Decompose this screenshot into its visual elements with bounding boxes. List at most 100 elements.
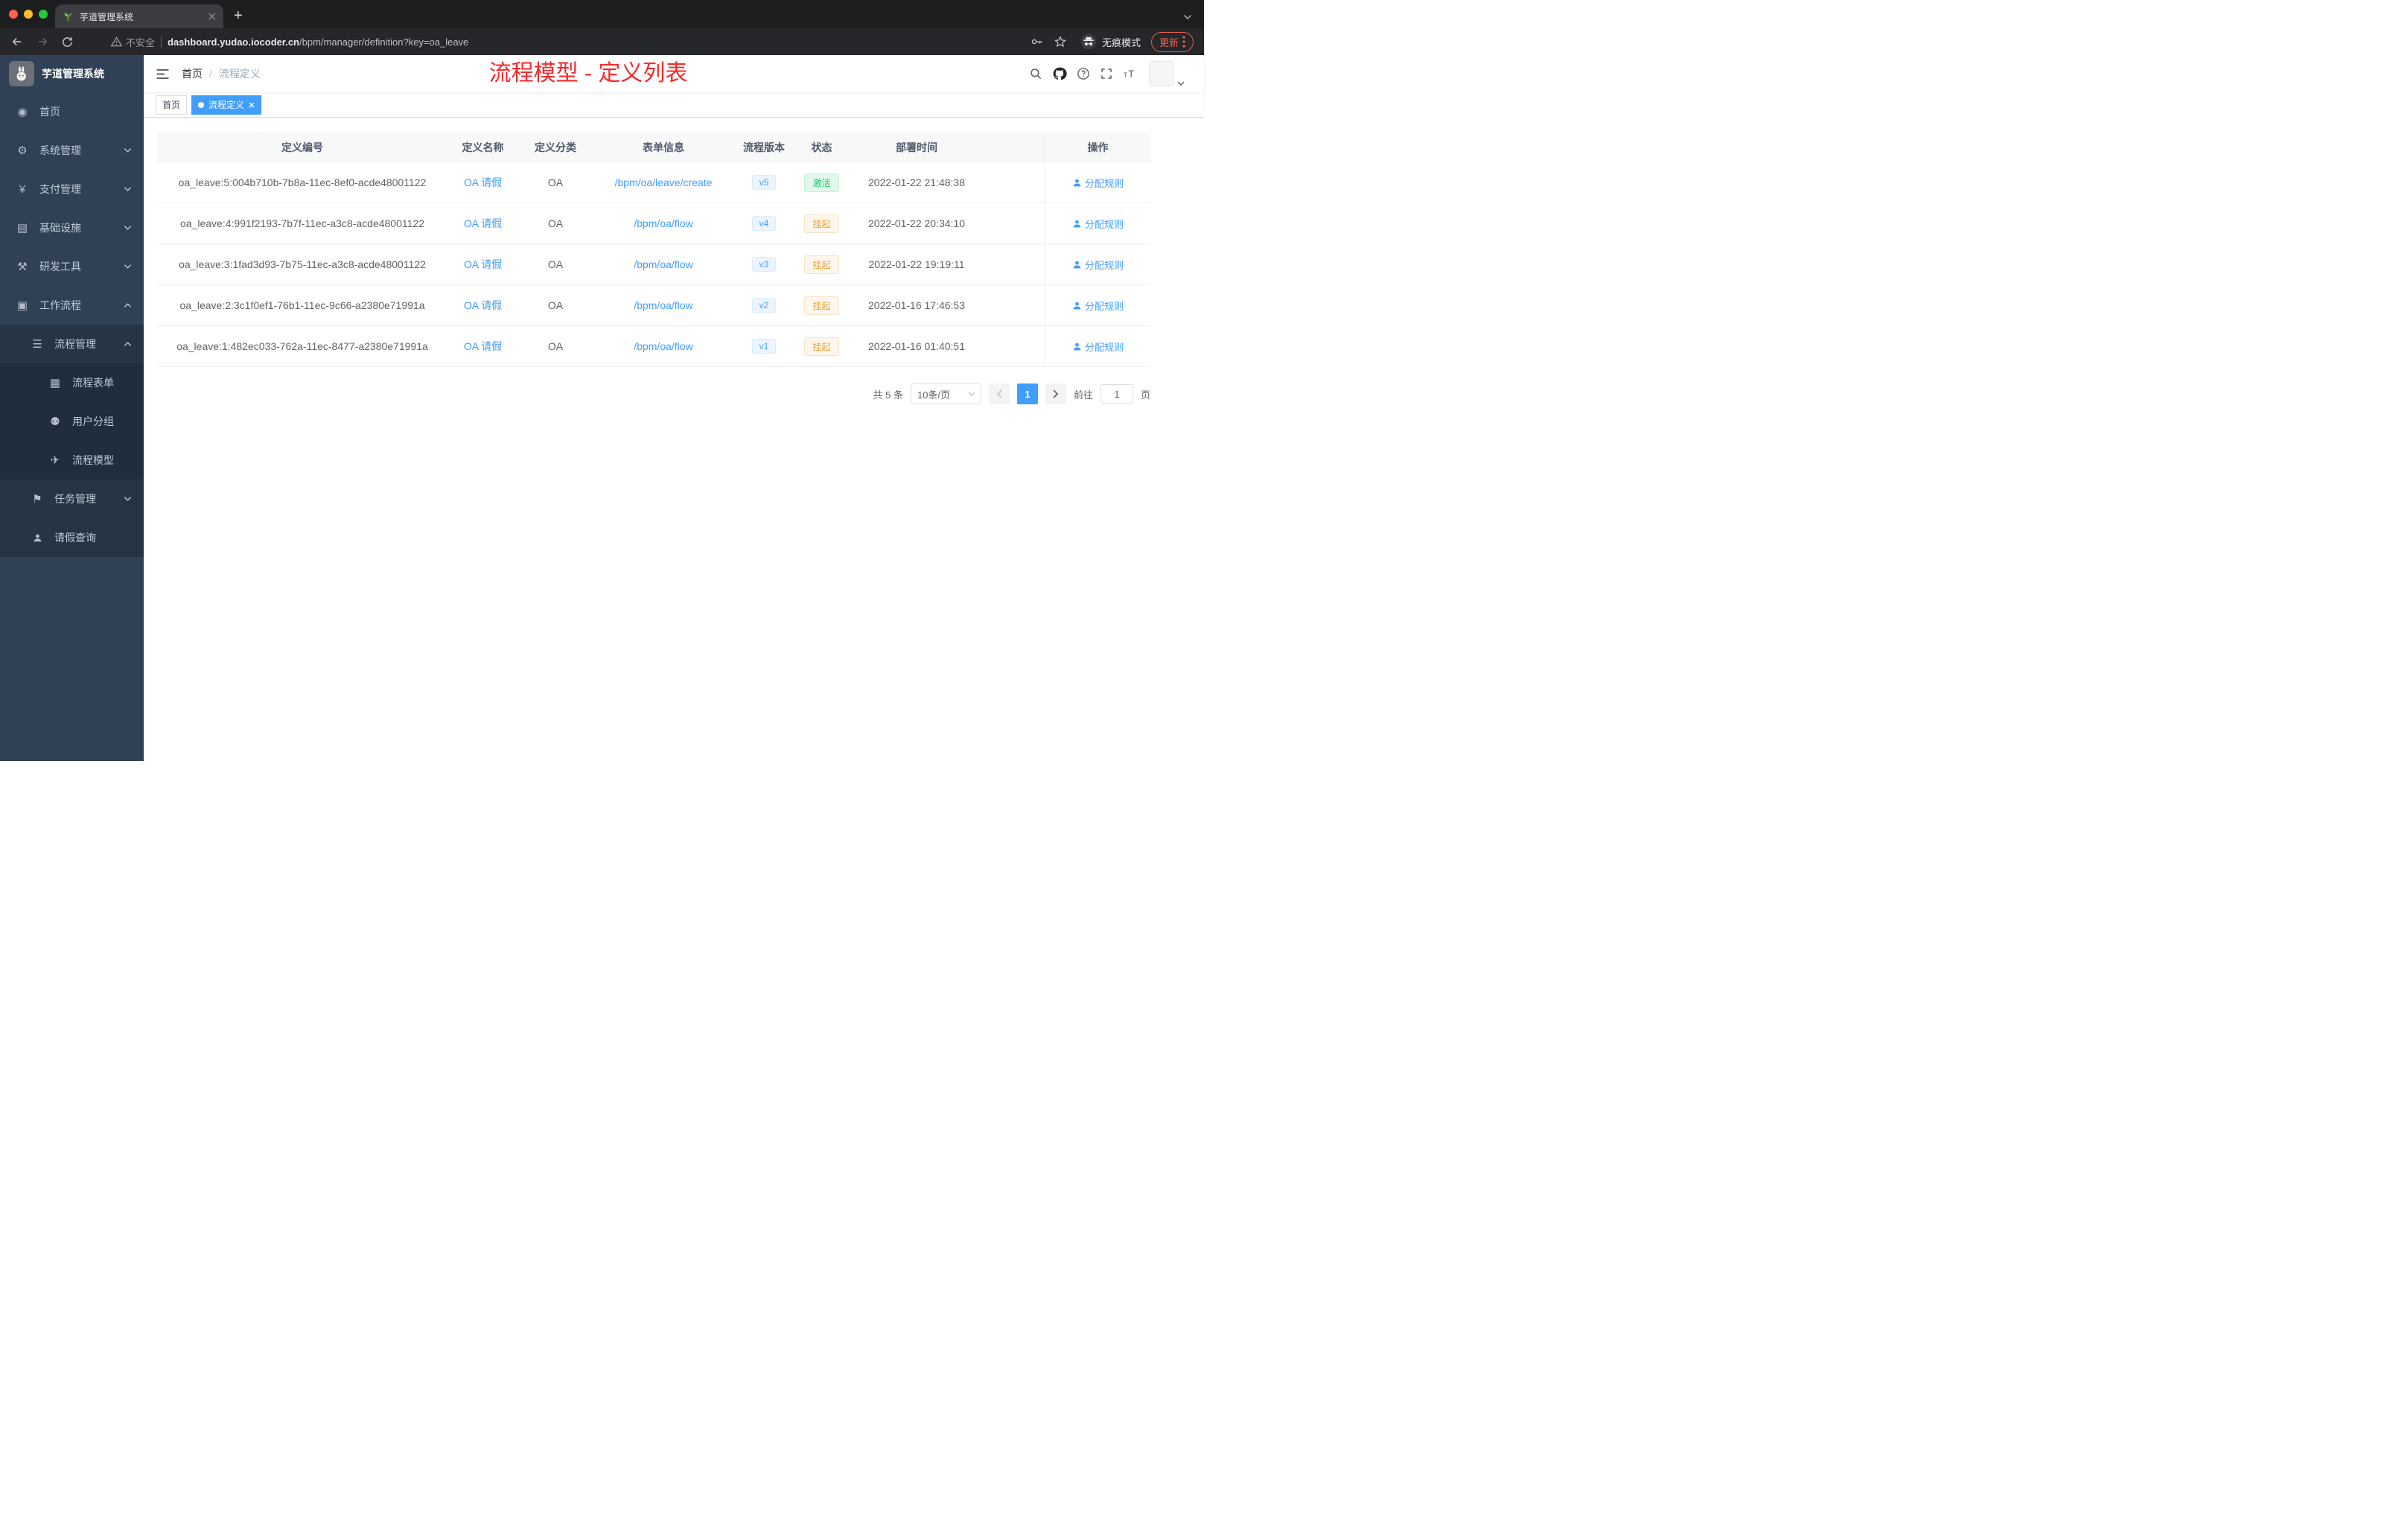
back-button[interactable] — [10, 35, 24, 48]
avatar — [1149, 61, 1174, 86]
definition-name-link[interactable]: OA 请假 — [464, 339, 502, 354]
form-info-link[interactable]: /bpm/oa/flow — [634, 258, 692, 270]
model-icon: ✈ — [50, 454, 60, 467]
sidebar-item[interactable]: ▦ 流程表单 — [0, 363, 144, 402]
url-text: dashboard.yudao.iocoder.cn/bpm/manager/d… — [168, 36, 468, 48]
incognito-icon — [1080, 34, 1097, 50]
sidebar-item[interactable]: ¥ 支付管理 — [0, 170, 144, 208]
form-info-cell: /bpm/oa/flow — [593, 326, 734, 366]
goto-page-input[interactable] — [1100, 384, 1133, 404]
sidebar-item[interactable]: ⚙ 系统管理 — [0, 131, 144, 170]
form-info-link[interactable]: /bpm/oa/flow — [634, 340, 692, 352]
status-cell: 挂起 — [794, 326, 850, 366]
user-group-icon: ⚉ — [50, 415, 60, 428]
tag-active[interactable]: 流程定义 — [191, 95, 262, 115]
status-badge: 激活 — [804, 173, 839, 192]
page-annotation-title: 流程模型 - 定义列表 — [488, 61, 688, 86]
definition-category: OA — [547, 176, 564, 188]
status-badge: 挂起 — [804, 255, 839, 274]
fullscreen-icon[interactable] — [1100, 67, 1113, 80]
github-icon[interactable] — [1052, 66, 1067, 81]
tag-item[interactable]: 首页 — [156, 95, 188, 115]
zoom-window-button[interactable] — [39, 10, 48, 19]
task-icon: ⚑ — [32, 493, 42, 506]
next-page-button[interactable] — [1045, 383, 1066, 404]
chevron-down-icon — [1177, 81, 1185, 86]
page-number-button[interactable]: 1 — [1016, 383, 1038, 404]
site-security-chip[interactable]: 不安全 — [111, 35, 155, 49]
assign-rule-link[interactable]: 分配规则 — [1072, 258, 1124, 272]
deploy-time: 2022-01-22 19:19:11 — [868, 258, 965, 270]
version-cell: v3 — [734, 244, 794, 284]
update-label: 更新 — [1159, 36, 1179, 48]
assign-rule-link[interactable]: 分配规则 — [1072, 299, 1124, 313]
sidebar-item[interactable]: ☰ 流程管理 — [0, 325, 144, 363]
breadcrumb: 首页 / 流程定义 — [182, 66, 261, 81]
new-tab-button[interactable]: + — [234, 8, 243, 23]
assign-rule-link[interactable]: 分配规则 — [1072, 340, 1124, 354]
page-size-select[interactable]: 10条/页 — [910, 383, 981, 404]
form-info-link[interactable]: /bpm/oa/leave/create — [615, 176, 713, 188]
reload-button[interactable] — [61, 36, 74, 48]
definition-name-cell: OA 请假 — [447, 326, 518, 366]
sidebar-item[interactable]: ✈ 流程模型 — [0, 441, 144, 480]
address-bar[interactable]: 不安全 dashboard.yudao.iocoder.cn/bpm/manag… — [111, 35, 1030, 49]
form-info-link[interactable]: /bpm/oa/flow — [634, 299, 692, 311]
select-caret-icon — [968, 392, 975, 397]
version-badge: v5 — [751, 175, 777, 190]
definition-name-link[interactable]: OA 请假 — [464, 257, 502, 272]
minimize-window-button[interactable] — [24, 10, 33, 19]
help-icon[interactable] — [1077, 67, 1090, 80]
definition-name-link[interactable]: OA 请假 — [464, 298, 502, 313]
column-header: 定义名称 — [462, 141, 504, 153]
incognito-badge[interactable]: 无痕模式 — [1080, 34, 1141, 50]
form-info-cell: /bpm/oa/flow — [593, 203, 734, 243]
assign-rule-link[interactable]: 分配规则 — [1072, 217, 1124, 231]
pagination-total: 共 5 条 — [873, 389, 903, 401]
breadcrumb-home[interactable]: 首页 — [182, 66, 203, 81]
sidebar-item[interactable]: ▤ 基础设施 — [0, 208, 144, 247]
sidebar-item-label: 请假查询 — [54, 532, 96, 544]
definition-name-link[interactable]: OA 请假 — [464, 216, 502, 231]
form-info-cell: /bpm/oa/leave/create — [593, 162, 734, 203]
url-path: /bpm/manager/definition?key=oa_leave — [299, 36, 469, 48]
bookmark-star-icon[interactable] — [1054, 35, 1067, 48]
prev-page-button[interactable] — [988, 383, 1010, 404]
hamburger-icon[interactable] — [156, 68, 170, 80]
definition-name-link[interactable]: OA 请假 — [464, 175, 502, 190]
sidebar-item[interactable]: ◉ 首页 — [0, 92, 144, 131]
sidebar-item[interactable]: ⚒ 研发工具 — [0, 247, 144, 286]
tab-close-icon[interactable] — [208, 13, 216, 20]
chevron-down-icon — [124, 264, 132, 270]
version-cell: v1 — [734, 326, 794, 366]
warning-icon — [111, 36, 122, 47]
avatar-menu[interactable] — [1149, 61, 1185, 86]
sidebar-logo[interactable]: 芋道管理系统 — [0, 55, 144, 92]
search-icon[interactable] — [1029, 67, 1042, 80]
tag-close-icon[interactable] — [249, 102, 255, 108]
column-header: 流程版本 — [743, 141, 785, 153]
font-size-icon[interactable]: TT — [1123, 67, 1139, 80]
browser-tab[interactable]: 芋道管理系统 — [55, 4, 223, 28]
password-key-icon[interactable] — [1030, 35, 1043, 48]
version-badge: v1 — [751, 339, 777, 354]
update-browser-button[interactable]: 更新 — [1150, 31, 1194, 52]
sidebar-item[interactable]: 请假查询 — [0, 518, 144, 557]
close-window-button[interactable] — [9, 10, 18, 19]
tab-title: 芋道管理系统 — [80, 11, 134, 22]
forward-button[interactable] — [36, 35, 49, 48]
sidebar-item[interactable]: ⚑ 任务管理 — [0, 480, 144, 518]
tab-list-chevron-icon[interactable] — [1183, 10, 1192, 24]
definition-name-cell: OA 请假 — [447, 244, 518, 284]
sidebar-item[interactable]: ⚉ 用户分组 — [0, 402, 144, 441]
form-info-link[interactable]: /bpm/oa/flow — [634, 217, 692, 229]
assign-rule-label: 分配规则 — [1084, 218, 1124, 230]
sidebar-item[interactable]: ▣ 工作流程 — [0, 286, 144, 325]
definition-id: oa_leave:5:004b710b-7b8a-11ec-8ef0-acde4… — [178, 176, 427, 188]
chevron-down-icon — [124, 225, 132, 231]
definition-name-cell: OA 请假 — [447, 162, 518, 203]
assign-rule-link[interactable]: 分配规则 — [1072, 176, 1124, 190]
active-dot — [198, 101, 205, 108]
definition-category: OA — [547, 299, 564, 311]
